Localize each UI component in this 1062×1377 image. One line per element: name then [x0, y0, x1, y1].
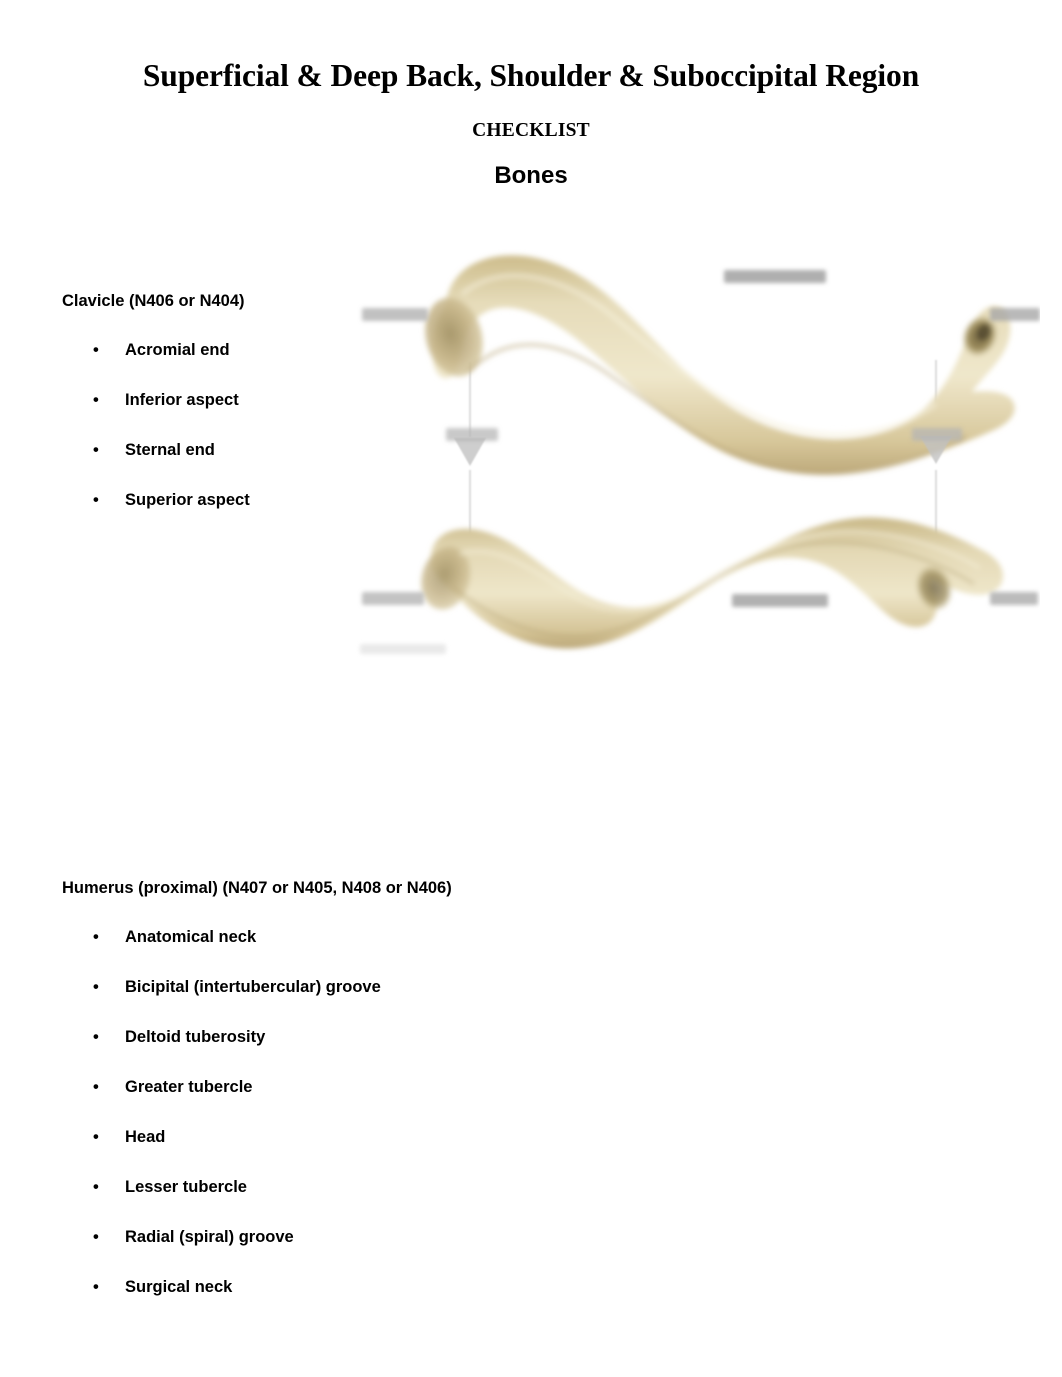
document-page: Superficial & Deep Back, Shoulder & Subo… — [0, 0, 1062, 1377]
checklist-section-clavicle: Clavicle (N406 or N404) • Acromial end •… — [62, 291, 250, 510]
bullet-icon: • — [93, 1278, 99, 1296]
bullet-icon: • — [93, 391, 99, 409]
bullet-icon: • — [93, 928, 99, 946]
list-item: • Surgical neck — [62, 1277, 452, 1297]
list-item-label: Acromial end — [125, 341, 230, 359]
list-item-label: Anatomical neck — [125, 928, 257, 946]
list-item-label: Inferior aspect — [125, 391, 239, 409]
clavicle-inferior-view — [421, 517, 1004, 649]
list-item: • Head — [62, 1127, 452, 1147]
list-item: • Deltoid tuberosity — [62, 1027, 452, 1047]
list-item-label: Deltoid tuberosity — [125, 1028, 266, 1046]
clavicle-figure — [350, 232, 1040, 672]
section-heading-bones: Bones — [494, 162, 568, 189]
bullet-icon: • — [93, 491, 99, 509]
list-item-label: Superior aspect — [125, 491, 250, 509]
list-item-label: Sternal end — [125, 441, 215, 459]
list-item: • Superior aspect — [62, 490, 250, 510]
list-item: • Acromial end — [62, 340, 250, 360]
checklist-items-clavicle: • Acromial end • Inferior aspect • Stern… — [62, 340, 250, 510]
list-item-label: Head — [125, 1128, 166, 1146]
list-item: • Sternal end — [62, 440, 250, 460]
checklist-items-humerus: • Anatomical neck • Bicipital (intertube… — [62, 927, 452, 1297]
list-item: • Anatomical neck — [62, 927, 452, 947]
document-subtitle: CHECKLIST — [472, 120, 590, 141]
list-item: • Inferior aspect — [62, 390, 250, 410]
list-item: • Greater tubercle — [62, 1077, 452, 1097]
list-item-label: Surgical neck — [125, 1278, 233, 1296]
list-item: • Radial (spiral) groove — [62, 1227, 452, 1247]
checklist-section-humerus: Humerus (proximal) (N407 or N405, N408 o… — [62, 878, 452, 1297]
clavicle-illustration-svg — [360, 255, 1040, 654]
bullet-icon: • — [93, 978, 99, 996]
list-item-label: Greater tubercle — [125, 1078, 253, 1096]
checklist-title-humerus: Humerus (proximal) (N407 or N405, N408 o… — [62, 879, 452, 897]
bullet-icon: • — [93, 1228, 99, 1246]
page-title: Superficial & Deep Back, Shoulder & Subo… — [142, 58, 920, 93]
list-item: • Lesser tubercle — [62, 1177, 452, 1197]
bullet-icon: • — [93, 1178, 99, 1196]
list-item-label: Bicipital (intertubercular) groove — [125, 978, 381, 996]
list-item-label: Lesser tubercle — [125, 1178, 247, 1196]
bullet-icon: • — [93, 1128, 99, 1146]
bullet-icon: • — [93, 341, 99, 359]
checklist-title-clavicle: Clavicle (N406 or N404) — [62, 292, 245, 310]
bullet-icon: • — [93, 1028, 99, 1046]
list-item-label: Radial (spiral) groove — [125, 1228, 294, 1246]
bullet-icon: • — [93, 1078, 99, 1096]
bullet-icon: • — [93, 441, 99, 459]
list-item: • Bicipital (intertubercular) groove — [62, 977, 452, 997]
